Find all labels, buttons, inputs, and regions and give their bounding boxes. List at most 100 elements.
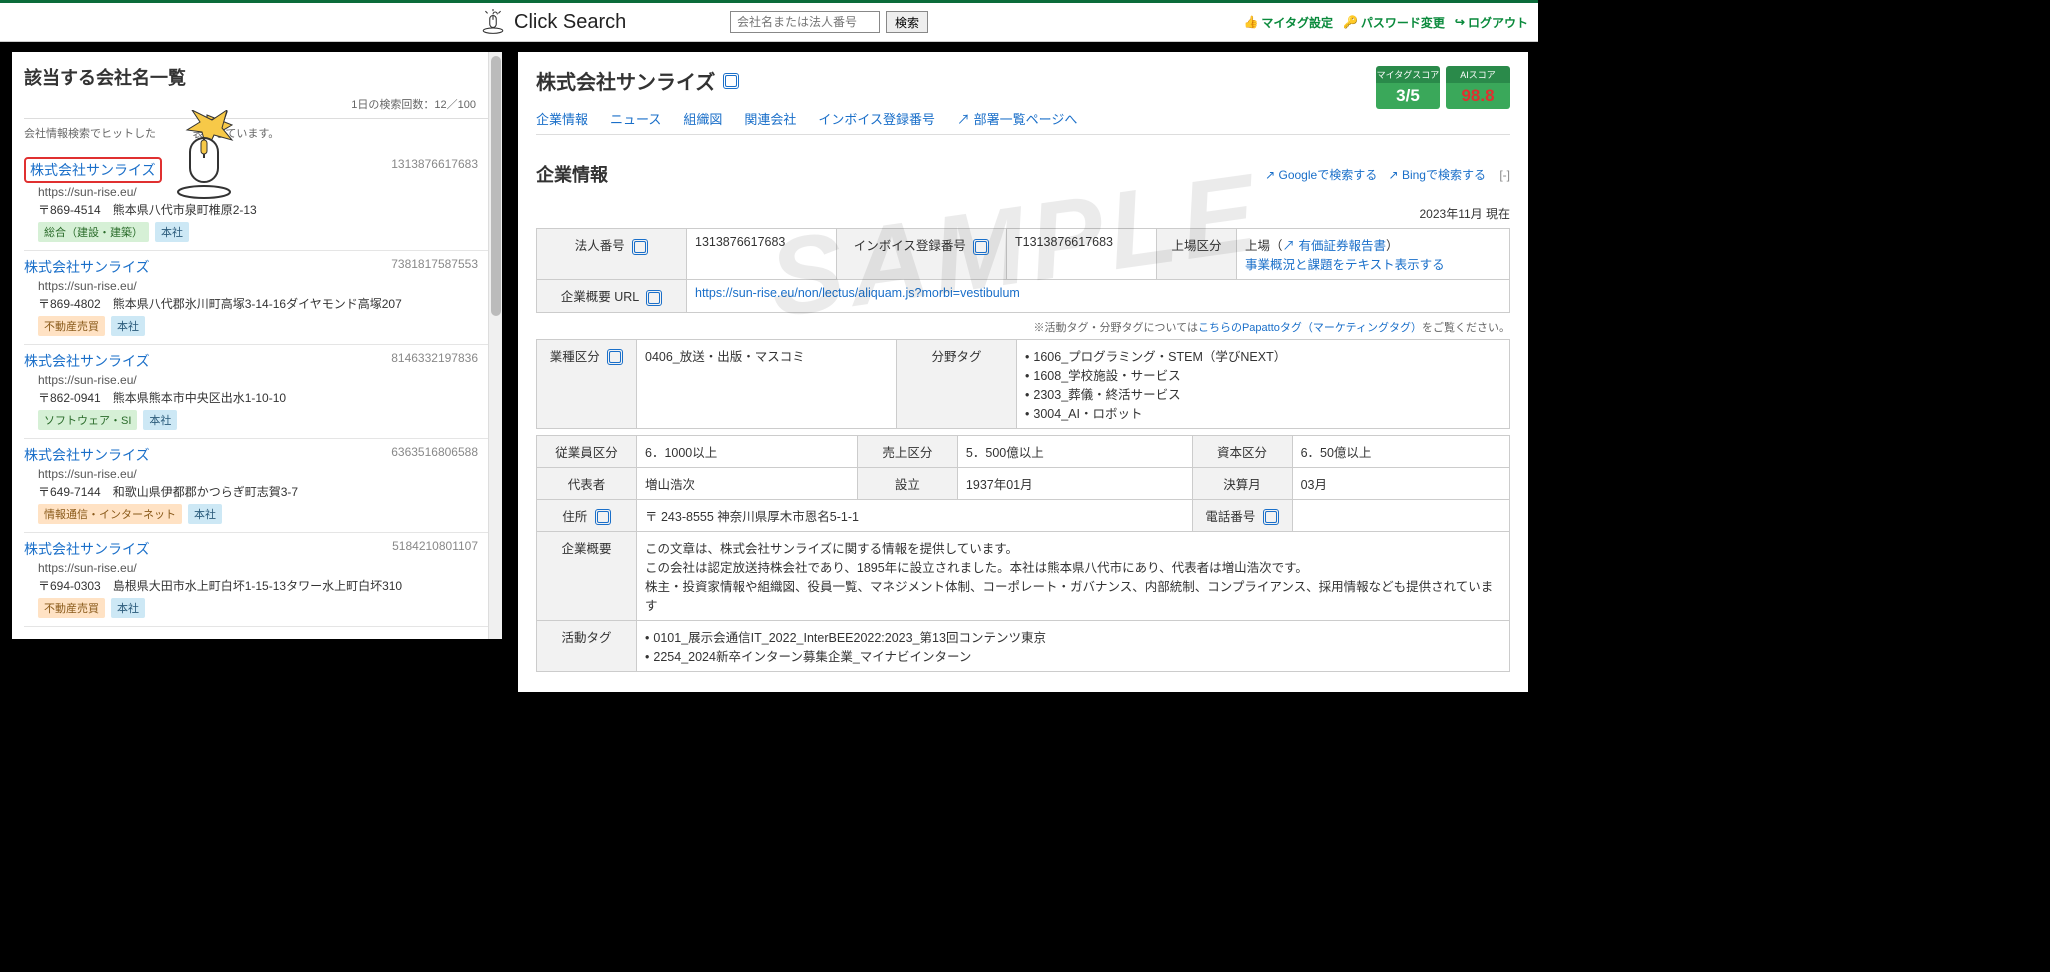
- collapse-toggle[interactable]: [-]: [1499, 168, 1510, 182]
- copy-icon[interactable]: [607, 349, 623, 365]
- label-field-tag: 分野タグ: [897, 339, 1017, 428]
- tab-related[interactable]: 関連会社: [744, 109, 796, 128]
- category-badge: 本社: [188, 504, 222, 524]
- label-activity-tag: 活動タグ: [537, 621, 637, 672]
- copy-icon[interactable]: [595, 509, 611, 525]
- company-name-link[interactable]: 株式会社サンライズ: [24, 259, 150, 275]
- mytag-settings-link[interactable]: 👍マイタグ設定: [1243, 14, 1332, 31]
- logout-link[interactable]: ↪ログアウト: [1455, 14, 1528, 31]
- category-badge: 総合（建設・建築）: [38, 222, 149, 242]
- category-badge: ソフトウェア・SI: [38, 410, 137, 430]
- overview-url-link[interactable]: https://sun-rise.eu/non/lectus/aliquam.j…: [695, 286, 1020, 300]
- company-list-item: 株式会社サンライズ6363516806588https://sun-rise.e…: [24, 439, 496, 533]
- label-hojin: 法人番号: [575, 239, 625, 253]
- label-invoice: インボイス登録番号: [854, 239, 966, 253]
- label-sales: 売上区分: [857, 435, 957, 467]
- label-listing: 上場区分: [1157, 229, 1237, 280]
- company-name-link[interactable]: 株式会社サンライズ: [24, 157, 162, 183]
- field-tag-item: 3004_AI・ロボット: [1025, 403, 1501, 422]
- label-address: 住所: [562, 510, 587, 524]
- field-tag-item: 1606_プログラミング・STEM（学びNEXT）: [1025, 346, 1501, 365]
- tab-news[interactable]: ニュース: [610, 109, 661, 128]
- category-badge: 不動産売買: [38, 598, 105, 618]
- category-badge: 不動産売買: [38, 316, 105, 336]
- hojin-number: 5184210801107: [392, 539, 478, 553]
- company-name-link[interactable]: 株式会社サンライズ: [24, 353, 150, 369]
- label-capital: 資本区分: [1192, 435, 1292, 467]
- copy-icon[interactable]: [973, 239, 989, 255]
- detail-tabs: 企業情報 ニュース 組織図 関連会社 インボイス登録番号 ↗ 部署一覧ページへ: [536, 109, 1510, 135]
- tab-dept-list[interactable]: ↗ 部署一覧ページへ: [957, 109, 1077, 128]
- value-listing: 上場（↗ 有価証券報告書） 事業概況と課題をテキスト表示する: [1237, 229, 1510, 280]
- value-representative: 増山浩次: [637, 467, 858, 499]
- logo-icon: [480, 9, 506, 35]
- label-established: 設立: [857, 467, 957, 499]
- copy-icon[interactable]: [646, 290, 662, 306]
- company-url: https://sun-rise.eu/: [38, 279, 496, 293]
- thumbs-up-icon: 👍: [1243, 15, 1258, 29]
- company-url: https://sun-rise.eu/: [38, 467, 496, 481]
- label-overview-url: 企業概要 URL: [561, 290, 639, 304]
- value-industry: 0406_放送・出版・マスコミ: [637, 339, 897, 428]
- company-url: https://sun-rise.eu/: [38, 373, 496, 387]
- label-representative: 代表者: [537, 467, 637, 499]
- logo-text: Click Search: [514, 11, 626, 34]
- category-badge: 本社: [111, 598, 145, 618]
- copy-company-name-icon[interactable]: [723, 73, 739, 89]
- external-link-icon: ↗: [1265, 168, 1275, 182]
- securities-report-link[interactable]: 有価証券報告書: [1299, 239, 1387, 253]
- company-address: 〒694-0303 島根県大田市水上町白坏1-15-13タワー水上町白坏310: [38, 577, 496, 594]
- papatto-tag-link[interactable]: こちらのPapattoタグ（マーケティングタグ）: [1198, 322, 1422, 334]
- company-list-panel: 該当する会社名一覧 1日の検索回数：12／100 会社情報検索でヒットした 表示…: [12, 52, 502, 639]
- company-address: 〒869-4514 熊本県八代市泉町椎原2-13: [38, 201, 496, 218]
- google-search-link[interactable]: ↗ Googleで検索する: [1265, 168, 1377, 182]
- search-input[interactable]: [730, 11, 880, 33]
- company-title: 株式会社サンライズ: [536, 66, 715, 95]
- field-tag-item: 1608_学校施設・サービス: [1025, 365, 1501, 384]
- bing-search-link[interactable]: ↗ Bingで検索する: [1389, 168, 1486, 182]
- label-telephone: 電話番号: [1205, 510, 1255, 524]
- company-list-item: 株式会社サンライズ 8146332197836 https://sun-rise.e…: [24, 345, 496, 439]
- external-link-icon: ↗: [1389, 168, 1399, 182]
- scrollbar[interactable]: [488, 52, 502, 639]
- company-list-item: 株式会社サンライズ 7381817587553 https://sun-rise.e…: [24, 251, 496, 345]
- value-overview: この文章は、株式会社サンライズに関する情報を提供しています。 この会社は認定放送…: [637, 532, 1510, 621]
- external-search-links: ↗ Googleで検索する ↗ Bingで検索する [-]: [1257, 166, 1510, 183]
- list-title: 該当する会社名一覧: [24, 64, 496, 90]
- tab-orgchart[interactable]: 組織図: [683, 109, 722, 128]
- company-url: https://sun-rise.eu/: [38, 561, 496, 575]
- scrollbar-thumb[interactable]: [491, 56, 501, 316]
- activity-tag-item: 2254_2024新卒インターン募集企業_マイナビインターン: [645, 646, 1501, 665]
- company-address: 〒869-4802 熊本県八代郡氷川町高塚3-14-16ダイヤモンド高塚207: [38, 295, 496, 312]
- business-overview-link[interactable]: 事業概況と課題をテキスト表示する: [1245, 258, 1445, 272]
- hojin-number: 1313876617683: [391, 157, 478, 171]
- company-address: 〒649-7144 和歌山県伊都郡かつらぎ町志賀3-7: [38, 483, 496, 500]
- company-detail-panel: SAMPLE 株式会社サンライズ マイタグスコア 3/5 AIスコア 98.8 …: [518, 52, 1528, 692]
- value-hojin: 1313876617683: [687, 229, 837, 280]
- hojin-number: 7381817587553: [391, 257, 478, 271]
- copy-icon[interactable]: [1263, 509, 1279, 525]
- category-badge: 本社: [143, 410, 177, 430]
- company-list-item: 株式会社サンライズ 1313876617683 https://sun-rise.e…: [24, 151, 496, 251]
- external-link-icon: ↗: [1283, 239, 1296, 253]
- logo: Click Search: [480, 9, 626, 35]
- search-button[interactable]: 検索: [886, 11, 928, 33]
- global-search: 検索: [730, 11, 928, 33]
- company-url: https://sun-rise.eu/: [38, 185, 496, 199]
- tab-company-info[interactable]: 企業情報: [536, 109, 588, 128]
- activity-tag-item: 0101_展示会通信IT_2022_InterBEE2022:2023_第13回…: [645, 627, 1501, 646]
- label-fiscal-month: 決算月: [1192, 467, 1292, 499]
- company-address: 〒862-0941 熊本県熊本市中央区出水1-10-10: [38, 389, 496, 406]
- external-link-icon: ↗: [957, 112, 970, 127]
- hojin-number: 8146332197836: [391, 351, 478, 365]
- field-tag-item: 2303_葬儀・終活サービス: [1025, 384, 1501, 403]
- copy-icon[interactable]: [632, 239, 648, 255]
- company-name-link[interactable]: 株式会社サンライズ: [24, 541, 150, 557]
- password-change-link[interactable]: 🔑パスワード変更: [1343, 14, 1445, 31]
- logout-icon: ↪: [1455, 15, 1465, 29]
- company-name-link[interactable]: 株式会社サンライズ: [24, 447, 150, 463]
- value-employees: 6．1000以上: [637, 435, 858, 467]
- value-established: 1937年01月: [957, 467, 1192, 499]
- tab-invoice[interactable]: インボイス登録番号: [818, 109, 935, 128]
- key-icon: 🔑: [1343, 15, 1358, 29]
